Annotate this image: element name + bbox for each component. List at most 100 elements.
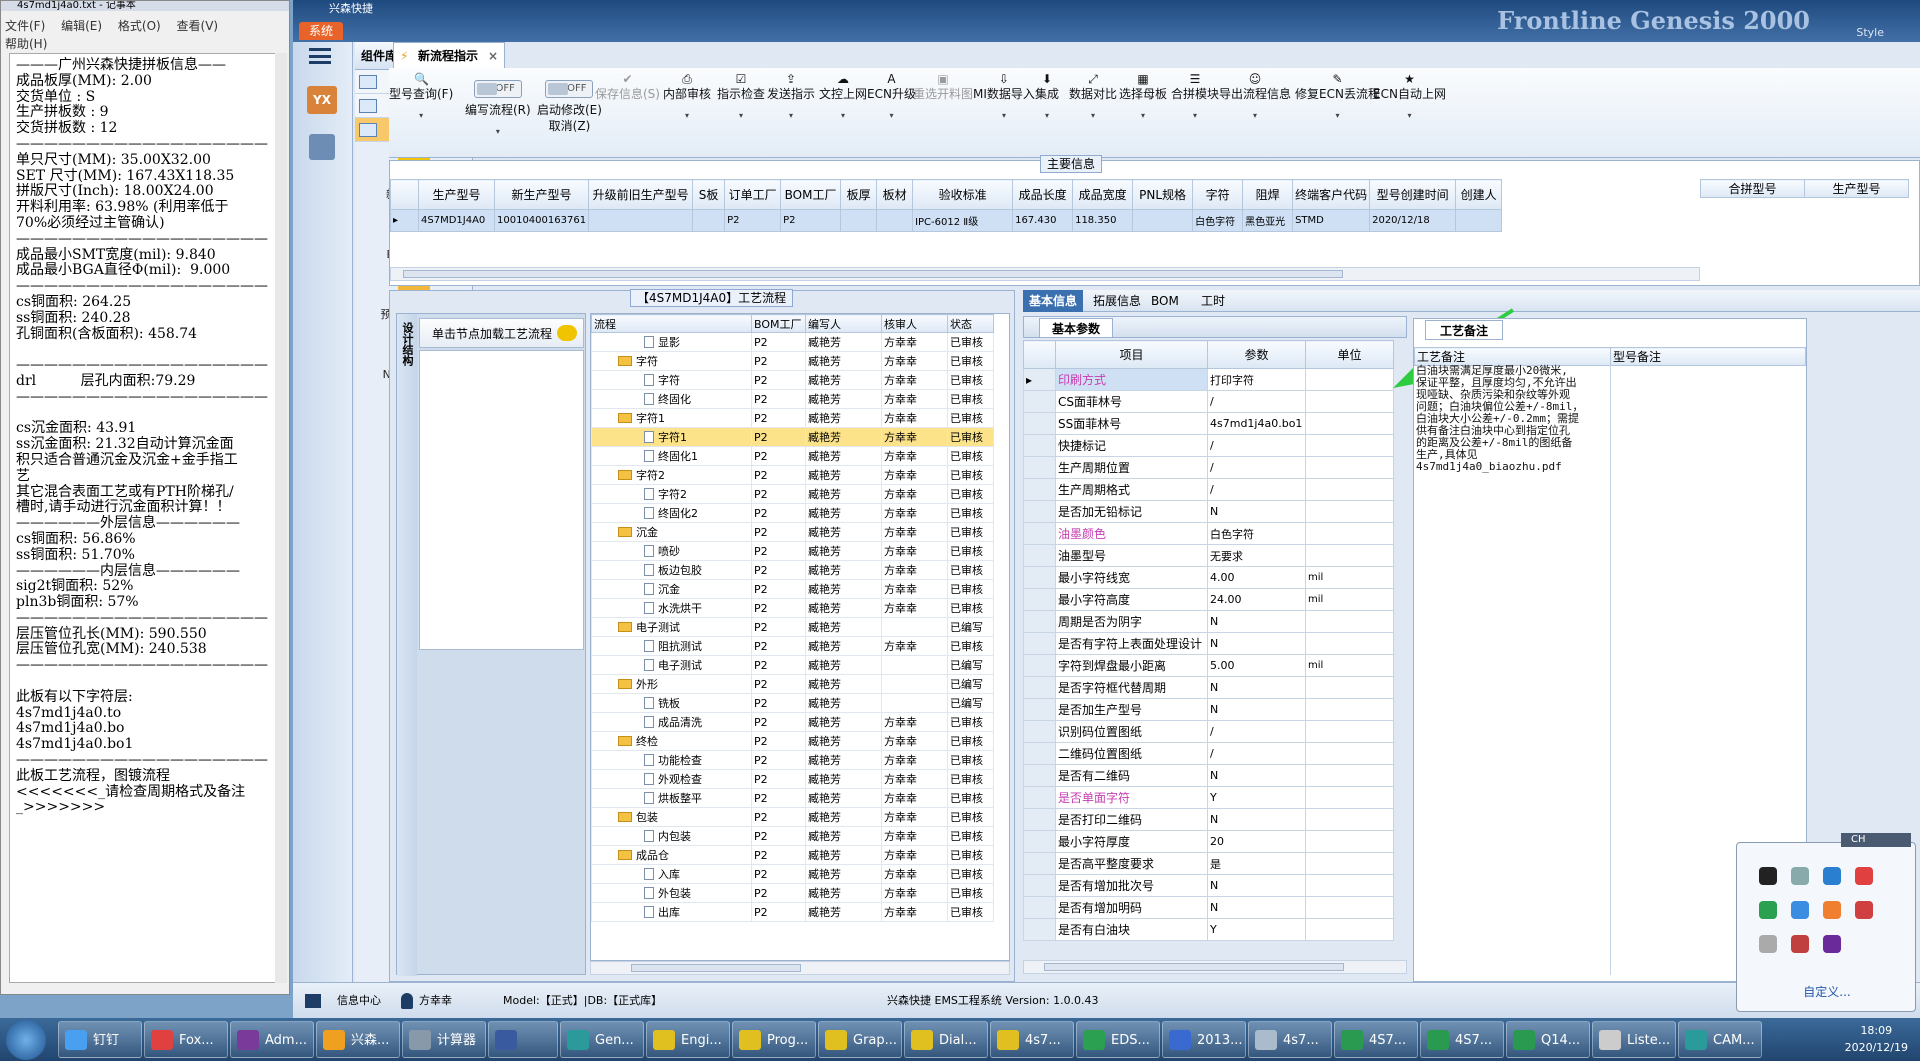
taskbar-item[interactable]: Fox...: [144, 1021, 228, 1058]
tree-row[interactable]: 沉金 P2 臧艳芳 方幸幸 已审核: [591, 579, 994, 599]
param-row[interactable]: 是否高平整度要求是: [1023, 852, 1394, 875]
tree-row[interactable]: 阻抗测试 P2 臧艳芳 方幸幸 已审核: [591, 636, 994, 656]
tree-row[interactable]: 入库 P2 臧艳芳 方幸幸 已审核: [591, 864, 994, 884]
dropdown-arrow-icon[interactable]: ▾: [1373, 108, 1446, 124]
column-header[interactable]: 流程: [591, 314, 752, 333]
tree-row[interactable]: 水洗烘干 P2 臧艳芳 方幸幸 已审核: [591, 598, 994, 618]
param-row[interactable]: 是否加生产型号 N: [1023, 698, 1394, 721]
param-value[interactable]: N: [1207, 500, 1306, 523]
param-value[interactable]: N: [1207, 896, 1306, 919]
dropdown-arrow-icon[interactable]: ▾: [1119, 108, 1167, 124]
main-info-hscroll[interactable]: [390, 267, 1700, 281]
customize-link[interactable]: 自定义...: [1737, 983, 1917, 1000]
dropdown-arrow-icon[interactable]: ▾: [1295, 108, 1380, 124]
param-row[interactable]: 最小字符高度 24.00 mil: [1023, 588, 1394, 611]
tray-app-icon[interactable]: [1823, 867, 1841, 885]
toolbar-button[interactable]: ☑ 指示检查 ▾: [717, 72, 765, 124]
param-row[interactable]: 是否打印二维码 N: [1023, 808, 1394, 831]
column-header[interactable]: 合拼型号: [1700, 179, 1805, 198]
column-header[interactable]: 订单工厂: [724, 179, 782, 210]
param-value[interactable]: /: [1207, 456, 1306, 479]
param-value[interactable]: 无要求: [1207, 544, 1306, 567]
taskbar-item[interactable]: 4S7...: [1420, 1021, 1504, 1058]
style-menu[interactable]: Style: [1856, 26, 1884, 39]
tray-app-icon[interactable]: [1823, 935, 1841, 953]
dropdown-arrow-icon[interactable]: ▾: [1171, 108, 1219, 124]
tray-app-icon[interactable]: [1823, 901, 1841, 919]
taskbar-item[interactable]: CAM...: [1678, 1021, 1762, 1058]
column-header[interactable]: 生产型号: [1804, 179, 1909, 198]
column-header[interactable]: 板厚: [840, 179, 878, 210]
param-row[interactable]: SS面菲林号 4s7md1j4a0.bo1: [1023, 412, 1394, 435]
yx-module-icon[interactable]: YX: [307, 86, 337, 114]
column-header[interactable]: BOM工厂: [751, 314, 806, 333]
param-row[interactable]: 生产周期格式 /: [1023, 478, 1394, 501]
toolbar-button[interactable]: ⇪ 发送指示 ▾: [767, 72, 815, 124]
param-value[interactable]: N: [1207, 764, 1306, 787]
tray-app-icon[interactable]: [1855, 901, 1873, 919]
tab-new-process[interactable]: ⚡ 新流程指示 ×: [393, 42, 505, 68]
tree-row[interactable]: 成品清洗 P2 臧艳芳 方幸幸 已审核: [591, 712, 994, 732]
start-button[interactable]: [6, 1020, 46, 1060]
toolbar-button[interactable]: ▣ 重选开料图: [913, 72, 973, 102]
taskbar-item[interactable]: Gen...: [560, 1021, 644, 1058]
taskbar-item[interactable]: 计算器: [402, 1021, 486, 1058]
tray-app-icon[interactable]: [1759, 867, 1777, 885]
dropdown-arrow-icon[interactable]: ▾: [389, 108, 453, 124]
tree-row[interactable]: 终固化1 P2 臧艳芳 方幸幸 已审核: [591, 446, 994, 466]
param-row[interactable]: 二维码位置图纸 /: [1023, 742, 1394, 765]
load-process-button[interactable]: 单击节点加载工艺流程: [419, 318, 584, 348]
column-header[interactable]: 生产型号: [418, 179, 495, 210]
taskbar-item[interactable]: [488, 1021, 558, 1058]
toolbar-button[interactable]: ★ ECN自动上网 ▾: [1373, 72, 1446, 124]
param-value[interactable]: /: [1207, 390, 1306, 413]
param-value[interactable]: /: [1207, 478, 1306, 501]
toolbar-button[interactable]: ⎙ 内部审核 ▾: [663, 72, 711, 124]
param-row[interactable]: 是否加无铅标记 N: [1023, 500, 1394, 523]
tree-row[interactable]: 内包装 P2 臧艳芳 方幸幸 已审核: [591, 826, 994, 846]
param-row[interactable]: 是否有增加明码 N: [1023, 896, 1394, 919]
toolbox-icon[interactable]: [309, 134, 335, 160]
param-value[interactable]: 5.00: [1207, 654, 1306, 677]
column-header[interactable]: 创建人: [1455, 179, 1503, 210]
param-row[interactable]: 油墨型号 无要求: [1023, 544, 1394, 567]
table-row[interactable]: ▸ 4S7MD1J4A0 10010400163761 P2 P2 IPC-6012 Ⅱ级…: [390, 209, 1503, 232]
param-row[interactable]: 是否有二维码 N: [1023, 764, 1394, 787]
taskbar-item[interactable]: Adm...: [230, 1021, 314, 1058]
notepad-text-area[interactable]: ———广州兴森快捷拼板信息—— 成品板厚(MM): 2.00 交货单位 : S 生产拼…: [9, 53, 279, 983]
tree-row[interactable]: 终固化2 P2 臧艳芳 方幸幸 已审核: [591, 503, 994, 523]
param-value[interactable]: Y: [1207, 786, 1306, 809]
param-row[interactable]: 是否有字符上表面处理设计 N: [1023, 632, 1394, 655]
toolbar-button[interactable]: ⬇ 集成 ▾: [1035, 72, 1059, 124]
tree-row[interactable]: 字符 P2 臧艳芳 方幸幸 已审核: [591, 370, 994, 390]
column-header[interactable]: 编写人: [805, 314, 882, 333]
param-value[interactable]: 4.00: [1207, 566, 1306, 589]
node-area[interactable]: [419, 350, 584, 650]
tree-row[interactable]: 字符2 P2 臧艳芳 方幸幸 已审核: [591, 484, 994, 504]
info-tab[interactable]: 拓展信息: [1087, 290, 1147, 312]
toolbar-button[interactable]: A ECN升级 ▾: [867, 72, 916, 124]
param-value[interactable]: N: [1207, 676, 1306, 699]
dropdown-arrow-icon[interactable]: ▾: [663, 108, 711, 124]
tree-row[interactable]: 字符1 P2 臧艳芳 方幸幸 已审核: [591, 408, 994, 428]
tree-row[interactable]: 外形 P2 臧艳芳 已编写: [591, 674, 994, 694]
taskbar-item[interactable]: Dial...: [904, 1021, 988, 1058]
tree-row[interactable]: 显影 P2 臧艳芳 方幸幸 已审核: [591, 332, 994, 352]
dropdown-arrow-icon[interactable]: ▾: [1069, 108, 1117, 124]
param-row[interactable]: CS面菲林号 /: [1023, 390, 1394, 413]
tree-row[interactable]: 烘板整平 P2 臧艳芳 方幸幸 已审核: [591, 788, 994, 808]
info-center[interactable]: 信息中心: [337, 983, 381, 1019]
menu-icon[interactable]: [309, 48, 331, 64]
toolbar-button[interactable]: OFF 编写流程(R) ▾: [465, 72, 531, 140]
toolbar-button[interactable]: ⤢ 数据对比 ▾: [1069, 72, 1117, 124]
toggle-switch[interactable]: OFF: [473, 80, 522, 98]
taskbar-item[interactable]: 兴森...: [316, 1021, 400, 1058]
column-header[interactable]: 参数: [1207, 340, 1306, 369]
column-header[interactable]: 新生产型号: [493, 179, 590, 210]
tree-row[interactable]: 字符1 P2 臧艳芳 方幸幸 已审核: [591, 427, 994, 447]
toolbar-button[interactable]: ☰ 合拼模块 ▾: [1171, 72, 1219, 124]
tree-row[interactable]: 喷砂 P2 臧艳芳 方幸幸 已审核: [591, 541, 994, 561]
tree-row[interactable]: 沉金 P2 臧艳芳 方幸幸 已审核: [591, 522, 994, 542]
param-value[interactable]: 打印字符: [1207, 368, 1306, 391]
column-header[interactable]: 型号创建时间: [1369, 179, 1457, 210]
